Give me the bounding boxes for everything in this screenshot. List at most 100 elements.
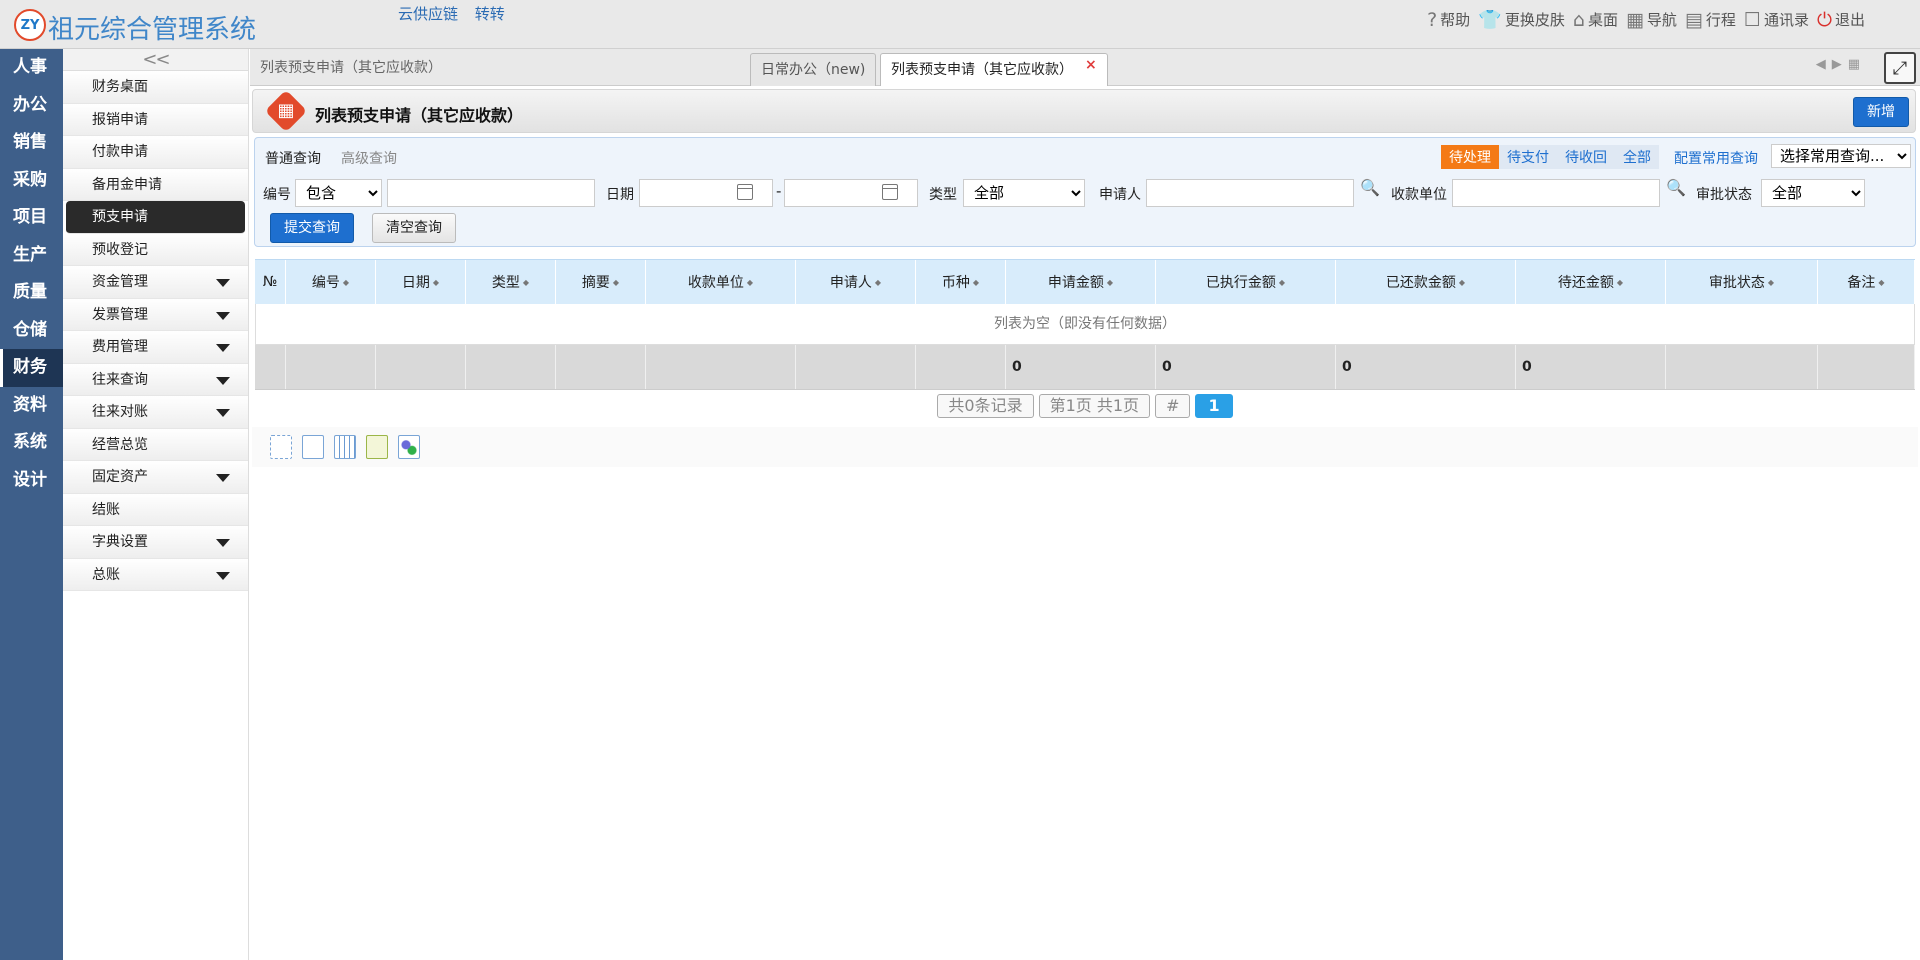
tab-normal-query[interactable]: 普通查询 [265,148,321,168]
common-query-select[interactable]: 选择常用查询... [1771,144,1911,168]
tab-advanced-query[interactable]: 高级查询 [341,148,397,168]
main-content: 列表预支申请（其它应收款） 日常办公（new) 列表预支申请（其它应收款） × ◀… [250,49,1920,960]
close-tab-icon[interactable]: × [1085,57,1097,73]
module-finance[interactable]: 财务 [0,349,63,387]
column-header[interactable]: 类型 ◆ [466,260,556,304]
module-nav: 人事 办公 销售 采购 项目 生产 质量 仓储 财务 资料 系统 设计 [0,49,63,960]
code-label: 编号 [263,187,291,203]
module-data[interactable]: 资料 [0,387,63,425]
submenu-item[interactable]: 财务桌面 [63,71,248,104]
code-input[interactable] [387,179,595,207]
new-document-icon[interactable] [302,435,324,459]
column-header[interactable]: 收款单位 ◆ [646,260,796,304]
expand-arrow-icon [216,409,230,417]
submenu-item[interactable]: 备用金申请 [63,168,248,201]
column-header[interactable]: 申请金额 ◆ [1006,260,1156,304]
column-header[interactable]: 日期 ◆ [376,260,466,304]
column-header[interactable]: 申请人 ◆ [796,260,916,304]
contacts-button[interactable]: ☐ 通讯录 [1744,9,1809,31]
table-icon[interactable] [334,435,356,459]
submenu-item[interactable]: 字典设置 [63,526,248,559]
collapse-submenu-button[interactable]: << [63,49,248,71]
search-icon[interactable]: 🔍 [1666,178,1686,197]
change-skin-button[interactable]: 👕 更换皮肤 [1478,8,1565,31]
module-design[interactable]: 设计 [0,462,63,500]
submenu-item[interactable]: 预收登记 [63,233,248,266]
column-label: 申请金额 [1047,275,1104,291]
payee-input[interactable] [1452,179,1660,207]
tab-next-icon[interactable]: ▶ [1832,57,1842,72]
submenu-item[interactable]: 付款申请 [63,136,248,169]
code-operator-select[interactable]: 包含 [295,179,382,207]
sort-icon: ◆ [746,277,754,287]
column-header[interactable]: 已执行金额 ◆ [1156,260,1336,304]
submenu-item[interactable]: 费用管理 [63,331,248,364]
help-button[interactable]: ? 帮助 [1427,9,1470,31]
filter-to-pay[interactable]: 待支付 [1499,145,1557,169]
config-common-query-link[interactable]: 配置常用查询 [1674,148,1758,168]
navigation-button[interactable]: ▦ 导航 [1626,9,1677,31]
column-header[interactable]: 币种 ◆ [916,260,1006,304]
tab-strip: 列表预支申请（其它应收款） 日常办公（new) 列表预支申请（其它应收款） × ◀… [250,49,1920,86]
schedule-button[interactable]: ▤ 行程 [1685,9,1736,31]
calendar-icon[interactable] [882,184,898,200]
column-header[interactable]: 备注 ◆ [1818,260,1915,304]
module-hr[interactable]: 人事 [0,49,63,87]
select-columns-icon[interactable] [270,435,292,459]
add-button[interactable]: 新增 [1853,97,1909,127]
tab-advance-list[interactable]: 列表预支申请（其它应收款） × [880,53,1108,86]
schedule-label: 行程 [1705,11,1736,29]
settings-icon[interactable] [398,435,420,459]
type-select[interactable]: 全部 [963,179,1085,207]
submenu-item[interactable]: 固定资产 [63,461,248,494]
filter-to-recover[interactable]: 待收回 [1557,145,1615,169]
module-warehouse[interactable]: 仓储 [0,312,63,350]
applicant-input[interactable] [1146,179,1354,207]
tab-daily-office[interactable]: 日常办公（new) [750,53,877,86]
submenu-item[interactable]: 总账 [63,558,248,591]
calendar-icon[interactable] [737,184,753,200]
top-link-zhuanzhuan[interactable]: 转转 [475,5,505,23]
logo-text: ZY [20,17,40,33]
module-project[interactable]: 项目 [0,199,63,237]
logout-button[interactable]: ⏻ 退出 [1817,9,1865,31]
clear-query-button[interactable]: 清空查询 [372,213,456,243]
submenu-item[interactable]: 发票管理 [63,298,248,331]
submenu-item[interactable]: 经营总览 [63,428,248,461]
module-production[interactable]: 生产 [0,237,63,275]
submenu-item[interactable]: 往来对账 [63,396,248,429]
submenu-item[interactable]: 报销申请 [63,103,248,136]
column-header[interactable]: 待还金额 ◆ [1516,260,1666,304]
module-purchase[interactable]: 采购 [0,162,63,200]
submenu-item[interactable]: 资金管理 [63,266,248,299]
column-header[interactable]: 审批状态 ◆ [1666,260,1818,304]
desktop-button[interactable]: ⌂ 桌面 [1573,9,1618,31]
submenu-item-label: 资金管理 [92,274,148,290]
edit-icon[interactable] [366,435,388,459]
module-quality[interactable]: 质量 [0,274,63,312]
page-jump-button[interactable]: # [1155,394,1191,418]
column-header[interactable]: 摘要 ◆ [556,260,646,304]
submenu-item-label: 发票管理 [92,306,148,323]
fullscreen-button[interactable]: ⤢ [1884,52,1916,84]
module-system[interactable]: 系统 [0,424,63,462]
tab-prev-icon[interactable]: ◀ [1816,57,1826,72]
submenu-item-advance-request[interactable]: 预支申请 [66,201,245,234]
submit-query-button[interactable]: 提交查询 [270,213,354,243]
column-header[interactable]: 编号 ◆ [286,260,376,304]
filter-pending[interactable]: 待处理 [1441,145,1499,169]
submenu-item[interactable]: 往来查询 [63,363,248,396]
filter-all[interactable]: 全部 [1615,145,1659,169]
approval-select[interactable]: 全部 [1761,179,1865,207]
column-header[interactable]: 已还款金额 ◆ [1336,260,1516,304]
module-office[interactable]: 办公 [0,87,63,125]
submenu-item[interactable]: 结账 [63,493,248,526]
tab-menu-icon[interactable]: ▦ [1848,57,1860,72]
sort-icon: ◆ [522,277,530,287]
page-number-button[interactable]: 1 [1195,394,1233,418]
column-header[interactable]: № [255,260,286,304]
top-link-cloud-supply[interactable]: 云供应链 [398,5,458,23]
top-bar: ZY 祖元综合管理系统 云供应链 转转 ? 帮助 👕 更换皮肤 ⌂ 桌面 ▦ 导航 ▤ 行… [0,0,1920,49]
search-icon[interactable]: 🔍 [1360,178,1380,197]
module-sales[interactable]: 销售 [0,124,63,162]
